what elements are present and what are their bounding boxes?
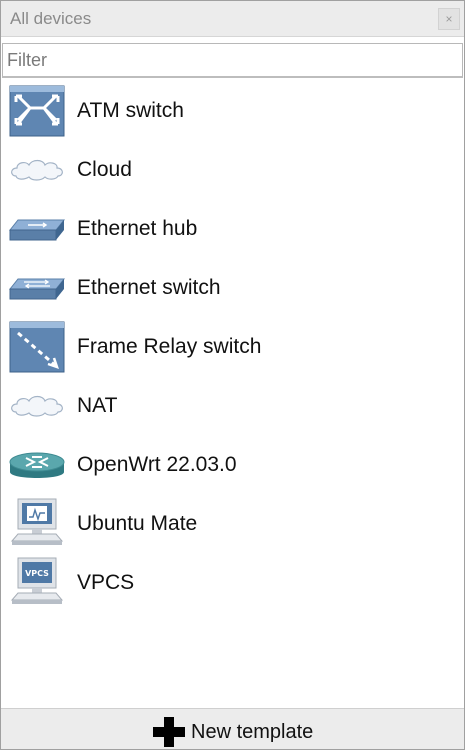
device-item-ubuntu-mate[interactable]: Ubuntu Mate <box>1 495 464 554</box>
device-label: VPCS <box>77 571 135 594</box>
new-template-button[interactable]: New template <box>1 708 464 749</box>
close-icon: × <box>445 12 453 26</box>
panel-title: All devices <box>10 9 92 28</box>
device-item-vpcs[interactable]: VPCS VPCS <box>1 554 464 613</box>
filter-input[interactable] <box>2 43 463 78</box>
svg-text:VPCS: VPCS <box>25 569 49 578</box>
device-item-frame-relay-switch[interactable]: Frame Relay switch <box>1 318 464 377</box>
devices-panel: All devices × ATM switch <box>0 0 465 750</box>
close-button[interactable]: × <box>438 8 460 30</box>
device-list: ATM switch Cloud Ethernet hub Ethernet s… <box>1 82 464 613</box>
device-item-ethernet-hub[interactable]: Ethernet hub <box>1 200 464 259</box>
device-label: Ethernet switch <box>77 276 221 299</box>
device-label: Frame Relay switch <box>77 335 262 358</box>
nat-cloud-icon <box>8 379 66 433</box>
device-item-openwrt[interactable]: OpenWrt 22.03.0 <box>1 436 464 495</box>
vpcs-icon: VPCS <box>8 556 66 610</box>
cloud-icon <box>8 143 66 197</box>
device-label: ATM switch <box>77 99 184 122</box>
device-label: Cloud <box>77 158 132 181</box>
new-template-label: New template <box>191 721 314 743</box>
router-icon <box>8 438 66 492</box>
workstation-icon <box>8 497 66 551</box>
device-item-ethernet-switch[interactable]: Ethernet switch <box>1 259 464 318</box>
atm-switch-icon <box>8 84 66 138</box>
device-label: Ethernet hub <box>77 217 198 240</box>
plus-icon <box>151 715 187 749</box>
frame-relay-switch-icon <box>8 320 66 374</box>
device-label: NAT <box>77 394 118 417</box>
device-item-nat[interactable]: NAT <box>1 377 464 436</box>
device-item-atm-switch[interactable]: ATM switch <box>1 82 464 141</box>
device-item-cloud[interactable]: Cloud <box>1 141 464 200</box>
ethernet-hub-icon <box>8 202 66 256</box>
ethernet-switch-icon <box>8 261 66 315</box>
device-label: OpenWrt 22.03.0 <box>77 453 237 476</box>
device-label: Ubuntu Mate <box>77 512 198 535</box>
panel-titlebar: All devices × <box>1 1 464 37</box>
